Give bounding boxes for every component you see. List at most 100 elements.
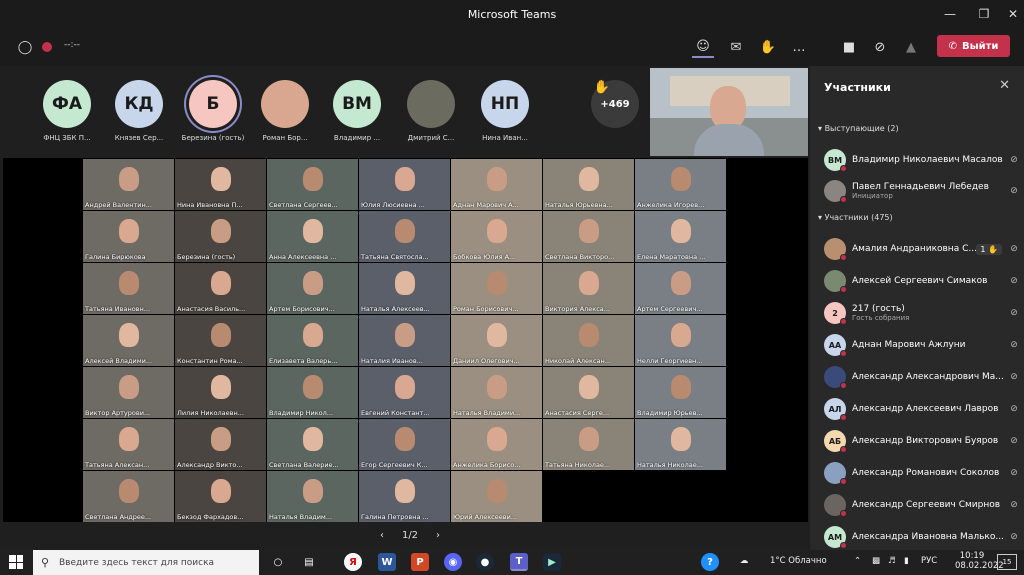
share-screen-icon[interactable]: ▲ bbox=[900, 36, 922, 58]
yandex-browser-icon[interactable]: Я bbox=[344, 553, 362, 571]
participant-row[interactable]: Александр Александрович Ма... ⊘ bbox=[824, 362, 1020, 392]
video-tile[interactable]: Анжелика Борисо... bbox=[451, 419, 542, 470]
cortana-icon[interactable]: ○ bbox=[269, 553, 287, 571]
reactions-icon[interactable]: ✋ bbox=[757, 36, 779, 58]
mic-muted-icon[interactable]: ⊘ bbox=[1008, 500, 1020, 510]
video-tile[interactable]: Владимир Юрьев... bbox=[635, 367, 726, 418]
video-tile[interactable]: Анастасия Василь... bbox=[175, 263, 266, 314]
avatar-strip-item[interactable]: КД Князев Сер... bbox=[104, 80, 174, 142]
video-tile[interactable]: Анастасия Серге... bbox=[543, 367, 634, 418]
avatar-strip-item[interactable]: НП Нина Иван... bbox=[470, 80, 540, 142]
mic-muted-icon[interactable]: ⊘ bbox=[1008, 308, 1020, 318]
video-tile[interactable]: Светлана Сергеев... bbox=[267, 159, 358, 210]
help-icon[interactable]: ? bbox=[701, 553, 719, 571]
mic-muted-icon[interactable]: ⊘ bbox=[1008, 340, 1020, 350]
video-tile[interactable]: Галина Петровна ... bbox=[359, 471, 450, 522]
battery-icon[interactable]: ▮ bbox=[904, 556, 909, 566]
raised-hand-overflow[interactable]: ✋ +469 bbox=[580, 80, 650, 128]
participant-row[interactable]: Алексей Сергеевич Симаков ⊘ bbox=[824, 266, 1020, 296]
attendees-section-toggle[interactable]: ▾ Участники (475) bbox=[818, 213, 893, 222]
notification-center[interactable]: 15 bbox=[997, 554, 1017, 570]
participant-row[interactable]: АЛ Александр Алексеевич Лавров ⊘ bbox=[824, 394, 1020, 424]
video-tile[interactable]: Елена Маратовна ... bbox=[635, 211, 726, 262]
video-tile[interactable]: Светлана Валерие... bbox=[267, 419, 358, 470]
video-tile[interactable]: Татьяна Святосла... bbox=[359, 211, 450, 262]
participant-row[interactable]: Александр Сергеевич Смирнов ⊘ bbox=[824, 490, 1020, 520]
video-tile[interactable]: Наталья Николае... bbox=[635, 419, 726, 470]
mic-muted-icon[interactable]: ⊘ bbox=[1008, 404, 1020, 414]
video-tile[interactable]: Евгений Констант... bbox=[359, 367, 450, 418]
prev-page-icon[interactable]: ‹ bbox=[380, 530, 384, 541]
video-tile[interactable]: Наталья Владими... bbox=[451, 367, 542, 418]
video-tile[interactable]: Наталья Владим... bbox=[267, 471, 358, 522]
avatar-strip-item[interactable]: ФА ФНЦ ЗБК П... bbox=[32, 80, 102, 142]
mic-muted-icon[interactable]: ⊘ bbox=[1008, 468, 1020, 478]
participant-row[interactable]: Александр Романович Соколов ⊘ bbox=[824, 458, 1020, 488]
video-tile[interactable]: Наталия Иванов... bbox=[359, 315, 450, 366]
video-tile[interactable]: Андрей Валентин... bbox=[83, 159, 174, 210]
video-tile[interactable]: Наталья Алексеев... bbox=[359, 263, 450, 314]
video-tile[interactable]: Лилия Николаевн... bbox=[175, 367, 266, 418]
steam-icon[interactable]: ● bbox=[476, 553, 494, 571]
video-tile[interactable]: Анжелика Игорев... bbox=[635, 159, 726, 210]
video-tile[interactable]: Светлана Андрее... bbox=[83, 471, 174, 522]
video-tile[interactable]: Виктор Артурови... bbox=[83, 367, 174, 418]
video-tile[interactable]: Артем Борисович... bbox=[267, 263, 358, 314]
participant-row[interactable]: 2 217 (гость) Гость собрания ⊘ bbox=[824, 298, 1020, 328]
video-tile[interactable]: Бекзод Фархадов... bbox=[175, 471, 266, 522]
chat-icon[interactable]: ✉ bbox=[725, 36, 747, 58]
powerpoint-icon[interactable]: P bbox=[411, 553, 429, 571]
video-tile[interactable]: Татьяна Алексан... bbox=[83, 419, 174, 470]
video-tile[interactable]: Алексей Владими... bbox=[83, 315, 174, 366]
participant-row[interactable]: АМ Александра Ивановна Малько... ⊘ bbox=[824, 522, 1020, 550]
leave-button[interactable]: ✆ Выйти bbox=[937, 35, 1010, 57]
video-tile[interactable]: Юлия Люсиевна ... bbox=[359, 159, 450, 210]
video-tile[interactable]: Елизавета Валерь... bbox=[267, 315, 358, 366]
video-tile[interactable]: Владимир Никол... bbox=[267, 367, 358, 418]
avatar-strip-item[interactable]: Б Березина (гость) bbox=[178, 80, 248, 142]
start-icon[interactable] bbox=[9, 555, 23, 569]
mic-muted-icon[interactable]: ⊘ bbox=[1008, 436, 1020, 446]
close-window-icon[interactable]: ✕ bbox=[993, 0, 1024, 28]
video-tile[interactable]: Егор Сергеевич К... bbox=[359, 419, 450, 470]
next-page-icon[interactable]: › bbox=[436, 530, 440, 541]
taskbar-search-input[interactable]: ⚲ Введите здесь текст для поиска bbox=[33, 550, 259, 575]
avatar-strip-item[interactable]: Дмитрий С... bbox=[396, 80, 466, 142]
video-tile[interactable]: Березина (гость) bbox=[175, 211, 266, 262]
tray-up-icon[interactable]: ⌃ bbox=[854, 556, 861, 566]
word-icon[interactable]: W bbox=[378, 553, 396, 571]
video-tile[interactable]: Александр Викто... bbox=[175, 419, 266, 470]
weather-text[interactable]: 1°C Облачно bbox=[770, 556, 827, 566]
network-icon[interactable]: ▩ bbox=[872, 556, 880, 566]
video-tile[interactable]: Татьяна Николае... bbox=[543, 419, 634, 470]
mic-muted-icon[interactable]: ⊘ bbox=[1008, 372, 1020, 382]
participant-row[interactable]: Амалия Андраниковна С... 1 ✋ ⊘ bbox=[824, 234, 1020, 264]
overflow-avatar[interactable]: ✋ +469 bbox=[591, 80, 639, 128]
video-tile[interactable]: Константин Рома... bbox=[175, 315, 266, 366]
participant-row[interactable]: АА Аднан Марович Ажлуни ⊘ bbox=[824, 330, 1020, 360]
mic-muted-icon[interactable]: ⊘ bbox=[1008, 155, 1020, 165]
video-tile[interactable]: Аднан Марович А... bbox=[451, 159, 542, 210]
avatar-strip-item[interactable]: Роман Бор... bbox=[250, 80, 320, 142]
participant-row[interactable]: Павел Геннадьевич Лебедев Инициатор ⊘ bbox=[824, 176, 1020, 206]
mic-muted-icon[interactable]: ⊘ bbox=[869, 36, 891, 58]
video-tile[interactable]: Анна Алексеевна ... bbox=[267, 211, 358, 262]
mic-muted-icon[interactable]: ⊘ bbox=[1008, 244, 1020, 254]
video-tile[interactable]: Артем Сергеевич... bbox=[635, 263, 726, 314]
video-tile[interactable]: Галина Бирюкова bbox=[83, 211, 174, 262]
video-tile[interactable]: Бобкова Юлия А... bbox=[451, 211, 542, 262]
video-tile[interactable]: Наталья Юрьевна... bbox=[543, 159, 634, 210]
camera-icon[interactable]: ■ bbox=[838, 36, 860, 58]
participant-row[interactable]: АБ Александр Викторович Буяров ⊘ bbox=[824, 426, 1020, 456]
video-tile[interactable]: Татьяна Ивановн... bbox=[83, 263, 174, 314]
clock[interactable]: 10:19 08.02.2022 bbox=[955, 551, 1004, 571]
steam-alt-icon[interactable]: ▶ bbox=[543, 553, 561, 571]
task-view-icon[interactable]: ▤ bbox=[300, 553, 318, 571]
video-tile[interactable]: Светлана Викторо... bbox=[543, 211, 634, 262]
video-tile[interactable]: Юрий Алексееви... bbox=[451, 471, 542, 522]
video-tile[interactable]: Николай Алексан... bbox=[543, 315, 634, 366]
volume-icon[interactable]: ♬ bbox=[888, 556, 896, 566]
language-indicator[interactable]: РУС bbox=[921, 556, 937, 566]
mic-muted-icon[interactable]: ⊘ bbox=[1008, 532, 1020, 542]
teams-taskbar-icon[interactable]: T bbox=[510, 553, 528, 571]
